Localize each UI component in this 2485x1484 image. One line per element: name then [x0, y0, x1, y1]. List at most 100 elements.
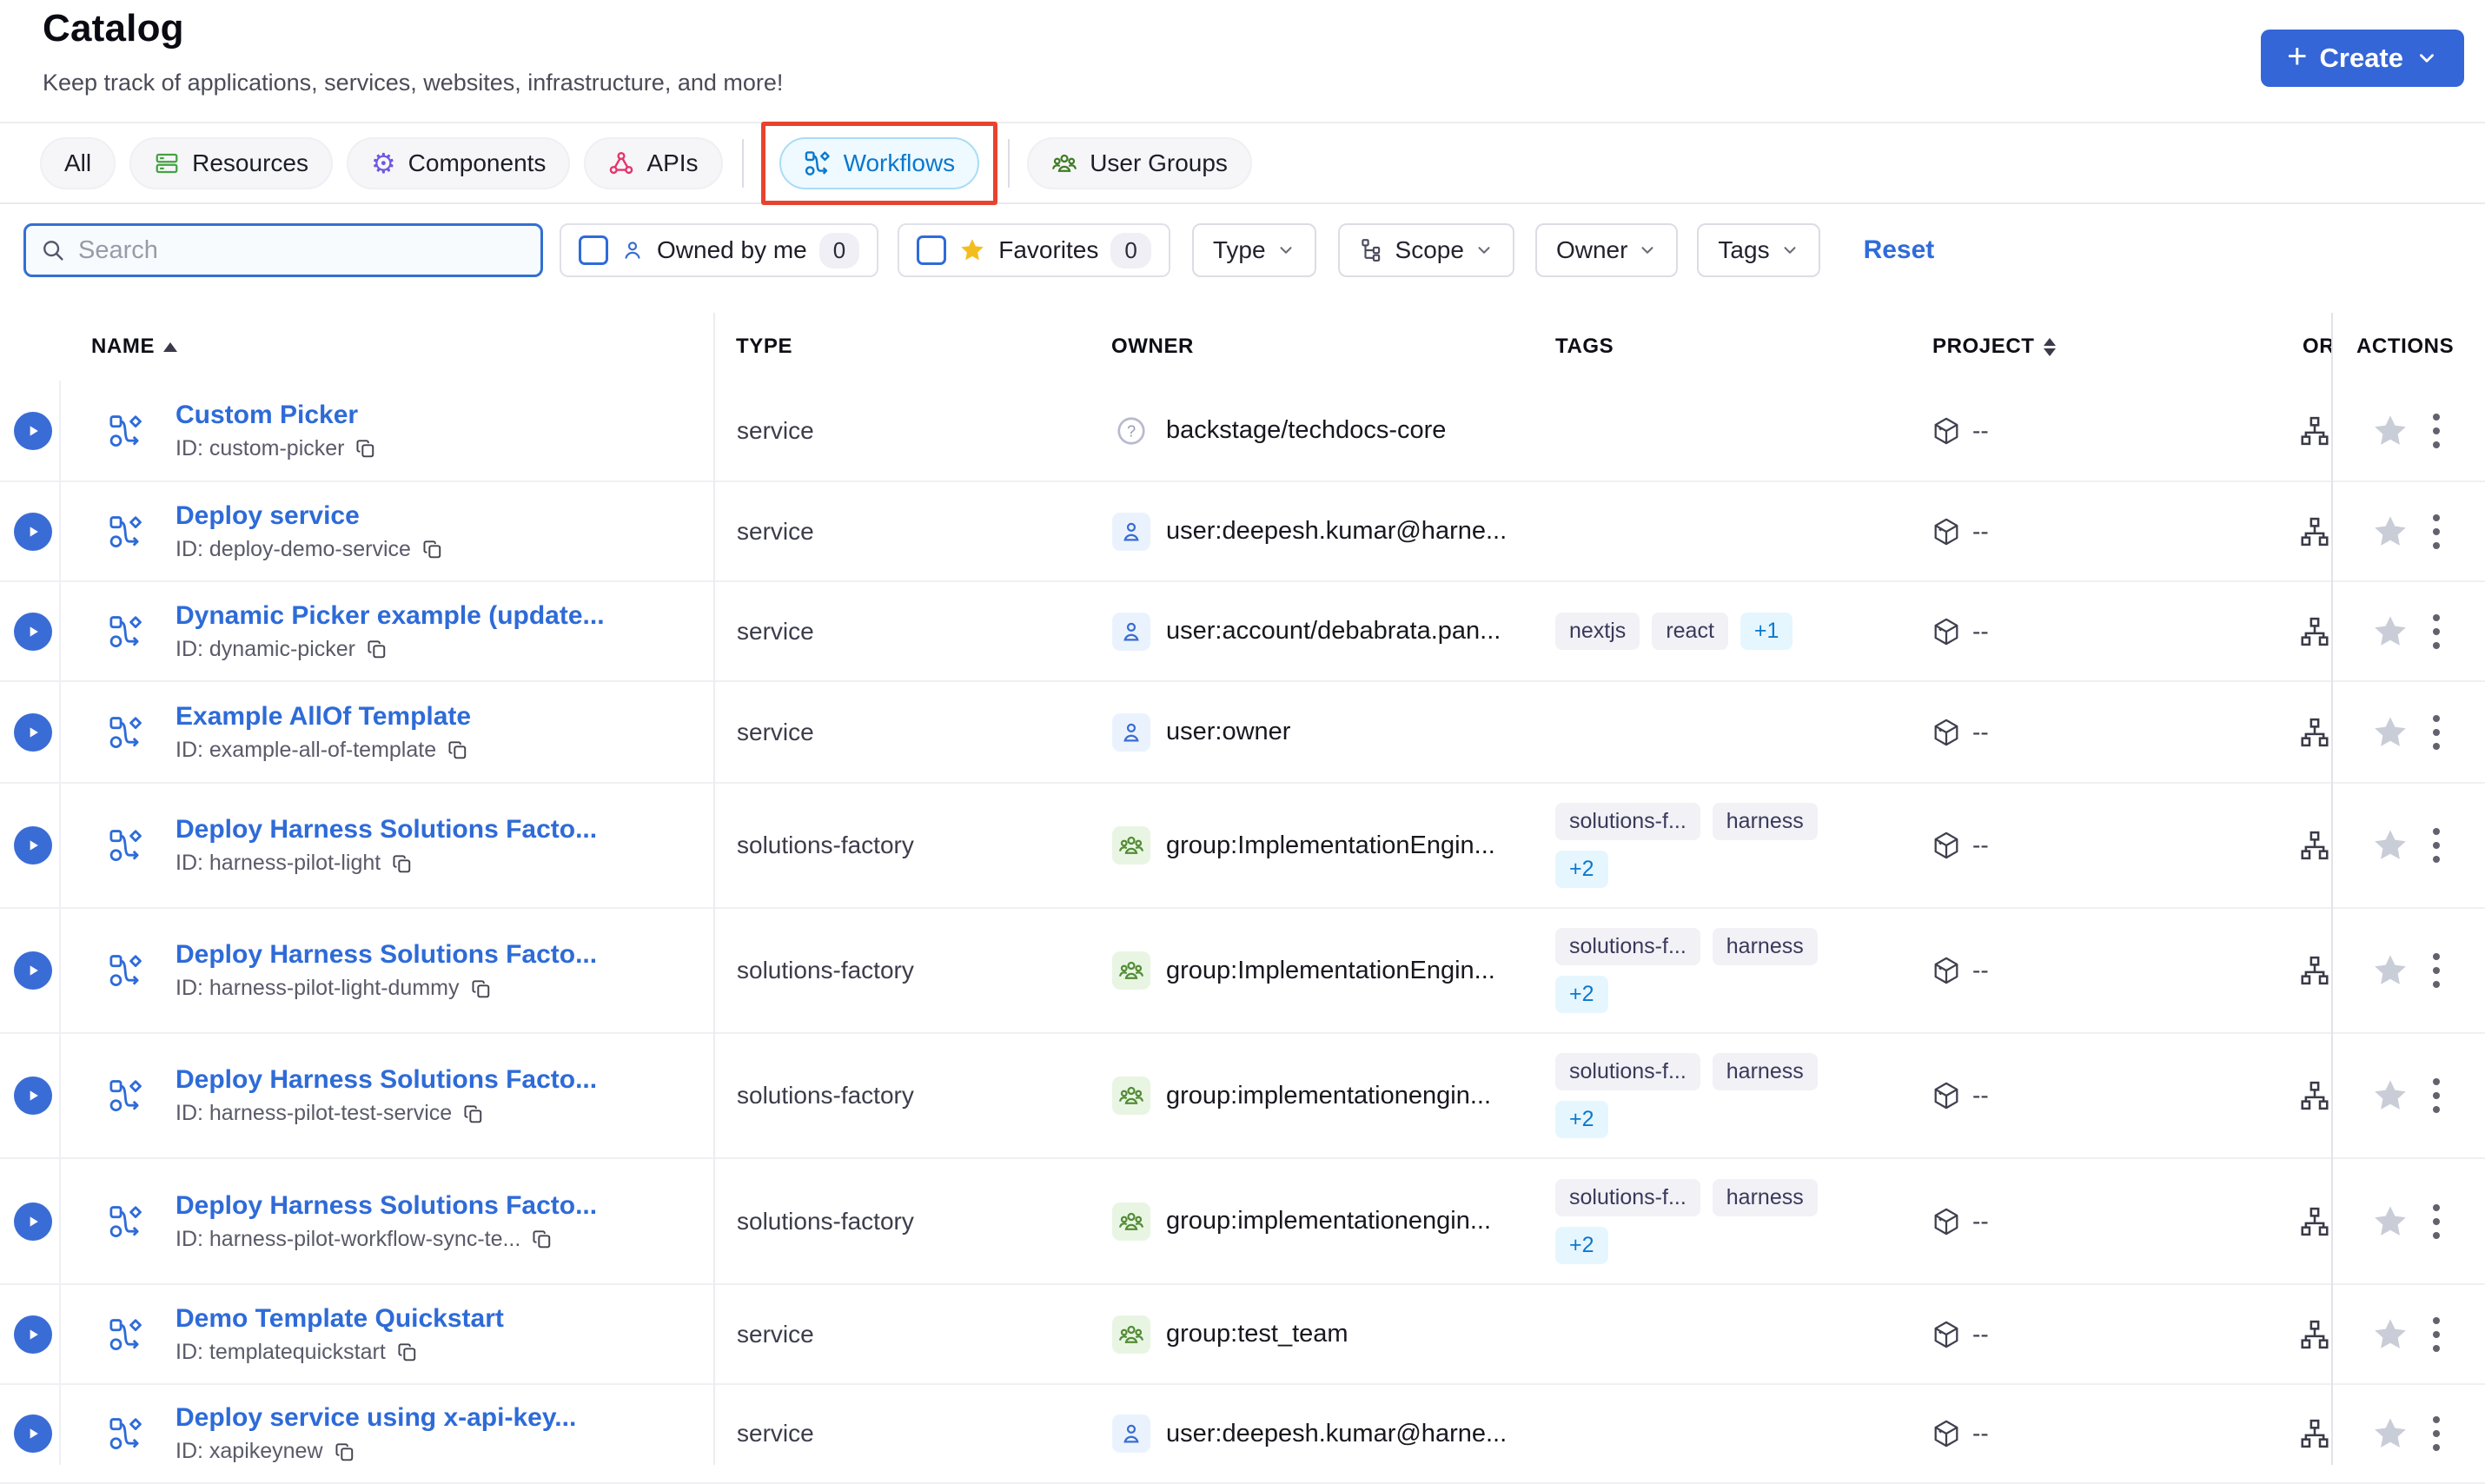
row-menu-button[interactable] [2433, 682, 2440, 782]
row-menu-button[interactable] [2433, 784, 2440, 907]
type-value: service [737, 718, 814, 745]
org-chart-icon[interactable] [2298, 716, 2331, 749]
favorite-star-icon[interactable] [2370, 512, 2410, 552]
column-name[interactable]: NAME [91, 313, 178, 381]
copy-icon[interactable] [421, 538, 444, 560]
more-tags-pill[interactable]: +2 [1555, 976, 1608, 1013]
type-value: service [737, 517, 814, 545]
workflow-name-link[interactable]: Deploy service using x-api-key... [176, 1403, 576, 1433]
tab-user-groups[interactable]: User Groups [1027, 136, 1252, 189]
owned-by-me-filter[interactable]: Owned by me 0 [560, 223, 879, 277]
tab-components[interactable]: ⚙ Components [346, 136, 571, 189]
workflow-name-link[interactable]: Deploy Harness Solutions Facto... [176, 1191, 597, 1221]
favorite-star-icon[interactable] [2370, 825, 2410, 865]
project-value: -- [1972, 957, 1989, 984]
row-menu-button[interactable] [2433, 381, 2440, 480]
cube-icon [1931, 516, 1962, 547]
org-chart-icon[interactable] [2298, 1318, 2331, 1351]
tags-cell: nextjs react +1 [1555, 582, 1938, 680]
copy-icon[interactable] [447, 739, 469, 761]
workflow-name-link[interactable]: Example AllOf Template [176, 702, 471, 732]
favorite-star-icon[interactable] [2370, 1315, 2410, 1355]
tab-workflows[interactable]: Workflows [779, 136, 980, 189]
org-chart-icon[interactable] [2298, 414, 2331, 447]
org-chart-icon[interactable] [2298, 615, 2331, 648]
row-menu-button[interactable] [2433, 1159, 2440, 1283]
run-workflow-button[interactable] [14, 411, 52, 450]
copy-icon[interactable] [470, 977, 493, 1000]
project-value: -- [1972, 1207, 1989, 1235]
page-title: Catalog [43, 7, 184, 50]
owned-by-me-checkbox[interactable] [579, 235, 608, 265]
more-tags-pill[interactable]: +2 [1555, 1226, 1608, 1264]
org-chart-icon[interactable] [2298, 1417, 2331, 1450]
workflow-name-link[interactable]: Deploy Harness Solutions Facto... [176, 1065, 597, 1095]
copy-icon[interactable] [531, 1228, 553, 1250]
favorite-star-icon[interactable] [2370, 612, 2410, 652]
table-row: Deploy Harness Solutions Facto... ID: ha… [0, 909, 2485, 1034]
user-icon [620, 238, 645, 262]
run-workflow-button[interactable] [14, 712, 52, 752]
row-menu-button[interactable] [2433, 909, 2440, 1032]
copy-icon[interactable] [355, 437, 377, 460]
workflow-name-link[interactable]: Deploy Harness Solutions Facto... [176, 940, 597, 970]
run-workflow-button[interactable] [14, 512, 52, 551]
favorite-star-icon[interactable] [2370, 1076, 2410, 1116]
row-menu-button[interactable] [2433, 1034, 2440, 1157]
row-menu-button[interactable] [2433, 1285, 2440, 1383]
copy-icon[interactable] [462, 1103, 485, 1125]
workflow-icon [108, 1415, 144, 1452]
run-workflow-button[interactable] [14, 1414, 52, 1453]
copy-icon[interactable] [391, 852, 414, 875]
copy-icon[interactable] [396, 1341, 419, 1363]
type-dropdown[interactable]: Type [1191, 223, 1316, 277]
owner-dropdown[interactable]: Owner [1534, 223, 1679, 277]
favorites-filter[interactable]: Favorites 0 [898, 223, 1170, 277]
workflow-name-link[interactable]: Dynamic Picker example (update... [176, 601, 605, 631]
run-workflow-button[interactable] [14, 951, 52, 990]
workflow-name-link[interactable]: Deploy service [176, 501, 360, 531]
favorite-star-icon[interactable] [2370, 1202, 2410, 1242]
row-menu-button[interactable] [2433, 582, 2440, 680]
more-tags-pill[interactable]: +2 [1555, 1101, 1608, 1138]
org-chart-icon[interactable] [2298, 829, 2331, 862]
more-tags-pill[interactable]: +2 [1555, 851, 1608, 888]
org-chart-icon[interactable] [2298, 954, 2331, 987]
reset-filters-link[interactable]: Reset [1864, 235, 1935, 265]
group-icon [1112, 1315, 1150, 1354]
column-project[interactable]: PROJECT [1932, 313, 2056, 381]
tab-apis[interactable]: APIs [584, 136, 723, 189]
row-menu-button[interactable] [2433, 482, 2440, 580]
run-workflow-button[interactable] [14, 1202, 52, 1241]
tab-resources[interactable]: Resources [129, 136, 333, 189]
org-chart-icon[interactable] [2298, 1205, 2331, 1238]
search-box[interactable] [23, 223, 543, 277]
favorite-star-icon[interactable] [2370, 712, 2410, 752]
owner-label: user:deepesh.kumar@harne... [1166, 517, 1508, 545]
favorite-star-icon[interactable] [2370, 951, 2410, 990]
favorite-star-icon[interactable] [2370, 411, 2410, 451]
run-workflow-button[interactable] [14, 1077, 52, 1115]
org-chart-icon[interactable] [2298, 515, 2331, 548]
run-workflow-button[interactable] [14, 612, 52, 651]
favorites-checkbox[interactable] [917, 235, 947, 265]
tags-dropdown[interactable]: Tags [1697, 223, 1820, 277]
copy-icon[interactable] [366, 638, 388, 660]
org-chart-icon[interactable] [2298, 1079, 2331, 1112]
create-button[interactable]: + Create [2261, 30, 2464, 87]
search-input[interactable] [76, 235, 527, 266]
workflow-name-link[interactable]: Demo Template Quickstart [176, 1304, 504, 1334]
row-menu-button[interactable] [2433, 1385, 2440, 1482]
column-org-truncated: OR [2303, 313, 2332, 381]
workflow-name-link[interactable]: Custom Picker [176, 401, 358, 430]
tab-divider [1008, 138, 1011, 188]
run-workflow-button[interactable] [14, 826, 52, 865]
scope-dropdown[interactable]: Scope [1337, 223, 1514, 277]
more-tags-pill[interactable]: +1 [1740, 613, 1793, 650]
run-workflow-button[interactable] [14, 1315, 52, 1354]
favorite-star-icon[interactable] [2370, 1414, 2410, 1454]
tab-all[interactable]: All [40, 136, 116, 189]
workflow-name-link[interactable]: Deploy Harness Solutions Facto... [176, 815, 597, 845]
cube-icon [1931, 955, 1962, 986]
copy-icon[interactable] [334, 1441, 356, 1463]
